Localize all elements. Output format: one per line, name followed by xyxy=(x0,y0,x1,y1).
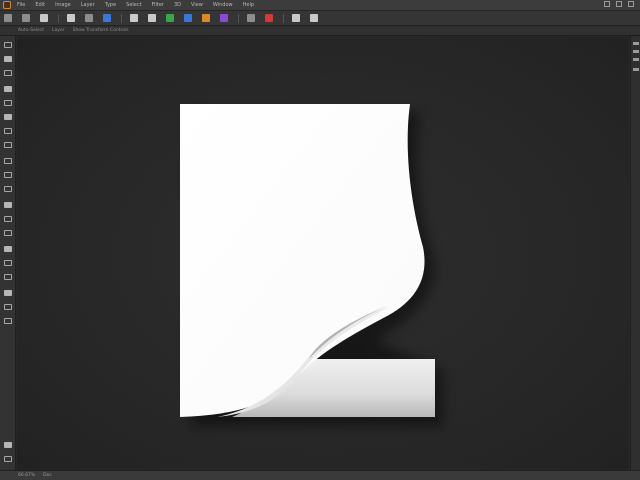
path-select-tool-icon[interactable] xyxy=(4,274,12,280)
toolbar-divider xyxy=(58,13,59,23)
menu-3d[interactable]: 3D xyxy=(174,0,181,10)
toolbar-divider xyxy=(121,13,122,23)
home-icon[interactable] xyxy=(4,14,12,22)
panel-collapse-icon[interactable] xyxy=(633,42,639,45)
toolbar-divider xyxy=(238,13,239,23)
move-icon[interactable] xyxy=(22,14,30,22)
zoom-icon[interactable] xyxy=(310,14,318,22)
pen-tool-icon[interactable] xyxy=(4,246,12,252)
tools-panel xyxy=(0,36,16,470)
option-transform-controls[interactable]: Show Transform Controls xyxy=(73,26,129,35)
editor-window: File Edit Image Layer Type Select Filter… xyxy=(0,0,640,480)
eraser-tool-icon[interactable] xyxy=(4,186,12,192)
blur-tool-icon[interactable] xyxy=(4,216,12,222)
mask-icon[interactable] xyxy=(220,14,228,22)
stamp-tool-icon[interactable] xyxy=(4,158,12,164)
menu-bar: File Edit Image Layer Type Select Filter… xyxy=(0,0,640,11)
menu-edit[interactable]: Edit xyxy=(35,0,45,10)
options-bar: Auto-Select Layer Show Transform Control… xyxy=(0,26,640,36)
history-panel-icon[interactable] xyxy=(633,68,639,71)
marquee-tool-icon[interactable] xyxy=(4,56,12,62)
menu-filter[interactable]: Filter xyxy=(152,0,164,10)
healing-tool-icon[interactable] xyxy=(4,128,12,134)
doc-info: Doc xyxy=(43,473,52,478)
zoom-tool-icon[interactable] xyxy=(4,318,12,324)
brush-tool-icon[interactable] xyxy=(4,142,12,148)
type-tool-icon[interactable] xyxy=(4,260,12,266)
toolbar-divider xyxy=(283,13,284,23)
main-toolbar xyxy=(0,11,640,26)
shape-icon[interactable] xyxy=(202,14,210,22)
right-panel-strip xyxy=(630,36,640,470)
gradient-tool-icon[interactable] xyxy=(4,202,12,208)
text-icon[interactable] xyxy=(247,14,255,22)
zoom-level[interactable]: 66.67% xyxy=(18,471,35,480)
menu-view[interactable]: View xyxy=(191,0,203,10)
background-color-swatch[interactable] xyxy=(4,456,12,462)
option-layer[interactable]: Layer xyxy=(52,26,65,35)
lasso-tool-icon[interactable] xyxy=(4,70,12,76)
history-brush-tool-icon[interactable] xyxy=(4,172,12,178)
shape-tool-icon[interactable] xyxy=(4,290,12,296)
dodge-tool-icon[interactable] xyxy=(4,230,12,236)
status-bar: 66.67% Doc xyxy=(0,470,640,480)
page-curl-artwork xyxy=(180,104,443,426)
layer-icon[interactable] xyxy=(148,14,156,22)
brush-icon[interactable] xyxy=(103,14,111,22)
maximize-icon[interactable] xyxy=(616,1,622,7)
menu-layer[interactable]: Layer xyxy=(81,0,95,10)
menu-file[interactable]: File xyxy=(17,0,25,10)
close-icon[interactable] xyxy=(628,1,634,7)
option-auto-select[interactable]: Auto-Select xyxy=(18,26,44,35)
crop-tool-icon[interactable] xyxy=(4,100,12,106)
window-controls xyxy=(598,1,634,7)
crop-icon[interactable] xyxy=(67,14,75,22)
pen-icon[interactable] xyxy=(184,14,192,22)
move-tool-icon[interactable] xyxy=(4,42,12,48)
gradient-icon[interactable] xyxy=(166,14,174,22)
document-canvas[interactable] xyxy=(17,37,629,470)
menu-type[interactable]: Type xyxy=(105,0,116,10)
minimize-icon[interactable] xyxy=(604,1,610,7)
new-document-icon[interactable] xyxy=(40,14,48,22)
record-icon[interactable] xyxy=(265,14,273,22)
eyedropper-tool-icon[interactable] xyxy=(4,114,12,120)
layers-panel-icon[interactable] xyxy=(633,50,639,53)
quick-select-tool-icon[interactable] xyxy=(4,86,12,92)
menu-window[interactable]: Window xyxy=(213,0,233,10)
properties-panel-icon[interactable] xyxy=(633,58,639,61)
app-logo-icon[interactable] xyxy=(3,1,11,9)
hand-tool-icon[interactable] xyxy=(4,304,12,310)
menu-help[interactable]: Help xyxy=(243,0,254,10)
menu-select[interactable]: Select xyxy=(126,0,141,10)
foreground-color-swatch[interactable] xyxy=(4,442,12,448)
eyedropper-icon[interactable] xyxy=(85,14,93,22)
hand-icon[interactable] xyxy=(292,14,300,22)
menu-image[interactable]: Image xyxy=(55,0,71,10)
frame-icon[interactable] xyxy=(130,14,138,22)
